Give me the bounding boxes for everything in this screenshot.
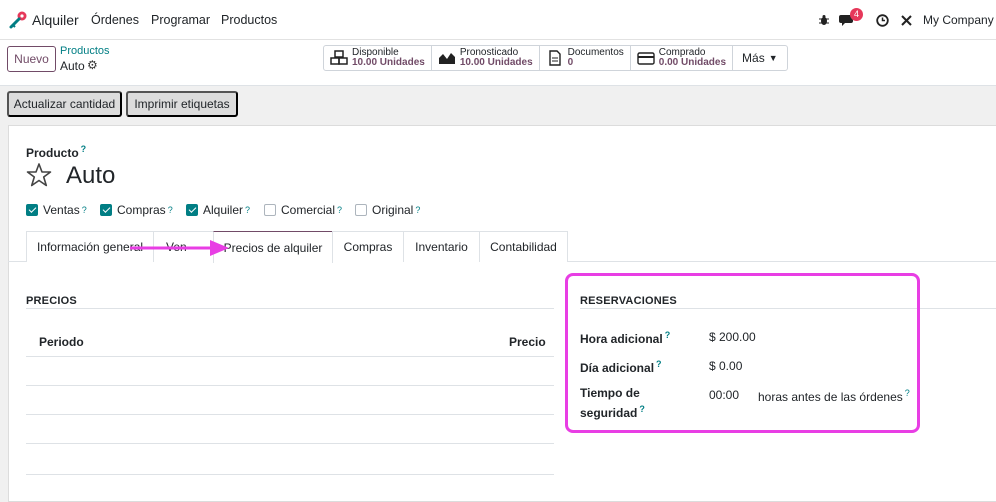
messages-badge: 4 — [850, 8, 864, 21]
top-navbar: Alquiler Órdenes Programar Productos 4 M… — [0, 0, 996, 40]
table-row[interactable] — [26, 386, 554, 415]
help-tooltip[interactable]: ? — [81, 144, 87, 154]
menu-ordenes[interactable]: Órdenes — [91, 13, 139, 27]
tab-inventario[interactable]: Inventario — [403, 231, 480, 262]
breadcrumb-parent[interactable]: Productos — [60, 45, 110, 57]
highlight-box — [565, 273, 920, 433]
help-tooltip[interactable]: ? — [337, 205, 342, 215]
smart-button-disponible[interactable]: Disponible 10.00 Unidades — [324, 46, 432, 70]
help-tooltip[interactable]: ? — [415, 205, 420, 215]
tab-label: Información general — [36, 240, 144, 254]
update-quantity-button[interactable]: Actualizar cantidad — [7, 91, 122, 117]
pricing-divider — [26, 308, 554, 309]
checkbox-comercial[interactable] — [264, 204, 276, 216]
option-label: Ventas — [43, 203, 80, 217]
checkbox-ventas[interactable] — [26, 204, 38, 216]
tab-compras[interactable]: Compras — [332, 231, 404, 262]
company-switcher[interactable]: My Company — [923, 13, 994, 27]
credit-card-icon — [637, 52, 655, 65]
smart-button-pronosticado[interactable]: Pronosticado 10.00 Unidades — [432, 46, 540, 70]
menu-productos[interactable]: Productos — [221, 13, 277, 27]
tab-label: Precios de alquiler — [223, 240, 323, 255]
smart-value: 0 — [567, 57, 574, 68]
tab-label: Compras — [343, 240, 393, 254]
boxes-icon — [330, 50, 348, 65]
print-labels-button[interactable]: Imprimir etiquetas — [126, 91, 238, 117]
smart-value: 0.00 Unidades — [658, 57, 727, 68]
table-row[interactable] — [26, 357, 554, 386]
tab-precios-de-alquiler[interactable]: Precios de alquiler — [213, 231, 333, 263]
clock-icon[interactable] — [873, 11, 891, 29]
option-original[interactable]: Original? — [355, 203, 420, 217]
pointer-arrow-icon — [130, 240, 229, 256]
option-alquiler[interactable]: Alquiler? — [186, 203, 250, 217]
option-label: Original — [372, 203, 414, 217]
column-header-periodo[interactable]: Periodo — [39, 335, 84, 349]
tab-label: Contabilidad — [490, 240, 557, 254]
smart-value: 10.00 Unidades — [352, 57, 425, 68]
tab-contabilidad[interactable]: Contabilidad — [479, 231, 568, 262]
product-label-text: Producto — [26, 146, 79, 160]
smart-button-comprado[interactable]: Comprado 0.00 Unidades — [631, 46, 734, 70]
pricing-section-title: PRECIOS — [26, 295, 77, 307]
checkbox-original[interactable] — [355, 204, 367, 216]
breadcrumb-current: Auto — [60, 59, 85, 73]
checkbox-compras[interactable] — [100, 204, 112, 216]
favorite-star-icon[interactable] — [26, 162, 52, 188]
help-tooltip[interactable]: ? — [168, 205, 173, 215]
tab-label: Inventario — [415, 240, 468, 254]
option-compras[interactable]: Compras? — [100, 203, 173, 217]
smart-value: 10.00 Unidades — [459, 57, 533, 68]
smart-label: Documentos — [567, 47, 624, 58]
new-button[interactable]: Nuevo — [7, 46, 56, 72]
product-name[interactable]: Auto — [66, 162, 115, 190]
more-dropdown[interactable]: Más ▼ — [733, 46, 787, 70]
smart-buttons: Disponible 10.00 Unidades Pronosticado 1… — [323, 45, 788, 71]
option-label: Alquiler — [203, 203, 244, 217]
product-label: Producto? — [26, 144, 86, 160]
table-row[interactable] — [26, 415, 554, 444]
document-icon — [548, 50, 561, 66]
option-ventas[interactable]: Ventas? — [26, 203, 87, 217]
help-tooltip[interactable]: ? — [82, 205, 87, 215]
column-header-precio[interactable]: Precio — [509, 335, 546, 349]
bug-icon[interactable] — [815, 11, 833, 29]
help-tooltip[interactable]: ? — [245, 205, 250, 215]
checkbox-alquiler[interactable] — [186, 204, 198, 216]
app-name[interactable]: Alquiler — [32, 12, 79, 28]
tools-icon[interactable] — [897, 11, 915, 29]
area-chart-icon — [438, 53, 455, 64]
gear-icon[interactable]: ⚙ — [87, 58, 98, 72]
option-label: Comercial — [281, 203, 336, 217]
control-panel: Nuevo Productos Auto ⚙ Disponible 10.00 … — [0, 40, 996, 86]
more-label: Más — [742, 51, 765, 65]
table-row[interactable] — [26, 444, 554, 475]
smart-button-documentos[interactable]: Documentos 0 — [540, 46, 631, 70]
option-label: Compras — [117, 203, 166, 217]
option-comercial[interactable]: Comercial? — [264, 203, 342, 217]
rental-key-icon[interactable] — [8, 10, 28, 30]
caret-down-icon: ▼ — [768, 53, 778, 63]
menu-programar[interactable]: Programar — [151, 13, 210, 27]
